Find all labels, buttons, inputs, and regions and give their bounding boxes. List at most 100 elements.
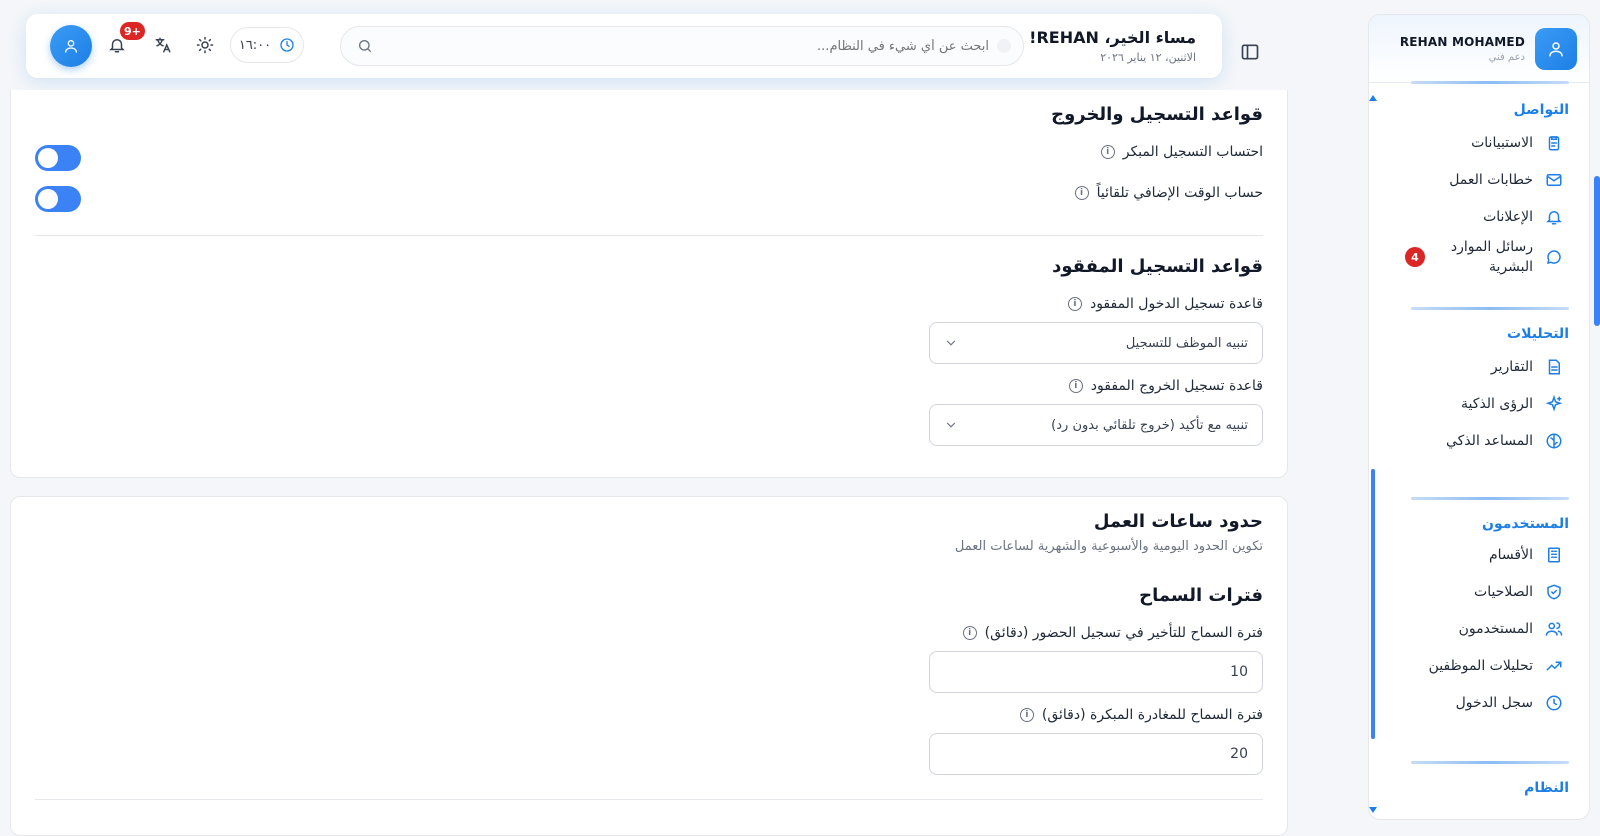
- sidebar-item-label: رسائل الموارد البشرية: [1450, 239, 1533, 275]
- section-divider: [1411, 307, 1569, 310]
- greeting-block: مساء الخير، REHAN! الاثنين، ١٢ يناير ٢٠٢…: [1029, 28, 1196, 64]
- sidebar-item-label: الصلاحيات: [1474, 583, 1533, 600]
- card-title: حدود ساعات العمل: [1093, 511, 1263, 532]
- missed-out-value: تنبيه مع تأكيد (خروج تلقائي بدون رد): [1051, 417, 1248, 433]
- sidebar-item-surveys[interactable]: الاستبيانات: [1369, 124, 1589, 161]
- section-divider: [1411, 761, 1569, 764]
- sidebar-item-smart-insights[interactable]: الرؤى الذكية: [1369, 385, 1589, 422]
- profile-avatar-button[interactable]: [50, 25, 92, 67]
- early-leave-input[interactable]: 20: [929, 733, 1263, 775]
- early-checkin-row: احتساب التسجيل المبكر i: [1100, 144, 1263, 160]
- sidebar-item-label: الأقسام: [1489, 546, 1533, 563]
- section-title-checkin-rules: قواعد التسجيل والخروج: [1051, 104, 1263, 125]
- top-header: مساء الخير، REHAN! الاثنين، ١٢ يناير ٢٠٢…: [26, 14, 1222, 78]
- sun-icon: [196, 36, 214, 54]
- section-divider: [35, 799, 1263, 800]
- sidebar-item-label: الإعلانات: [1483, 208, 1533, 225]
- users-icon: [1545, 621, 1563, 636]
- missed-in-label: قاعدة تسجيل الدخول المفقود: [1089, 296, 1263, 312]
- early-leave-label: فترة السماح للمغادرة المبكرة (دقائق): [1041, 707, 1263, 723]
- sidebar-item-employee-analytics[interactable]: تحليلات الموظفين: [1369, 647, 1589, 684]
- info-icon[interactable]: i: [1067, 297, 1082, 311]
- sidebar-item-departments[interactable]: الأقسام: [1369, 536, 1589, 573]
- report-icon: [1548, 359, 1560, 374]
- work-hours-limits-card: حدود ساعات العمل تكوين الحدود اليومية وا…: [10, 496, 1288, 836]
- scroll-down-arrow[interactable]: [1369, 807, 1377, 813]
- building-icon: [1548, 547, 1560, 562]
- clock-icon: [1546, 695, 1562, 710]
- chevron-down-icon: [946, 340, 956, 346]
- early-leave-row: فترة السماح للمغادرة المبكرة (دقائق) i: [1019, 707, 1263, 723]
- sidebar-item-label: التقارير: [1490, 358, 1533, 375]
- global-search[interactable]: [340, 26, 1024, 66]
- missed-in-value: تنبيه الموظف للتسجيل: [1125, 335, 1248, 351]
- bell-icon: [109, 39, 125, 53]
- user-name: REHAN MOHAMED: [1399, 34, 1525, 49]
- early-leave-value: 20: [1230, 746, 1248, 762]
- clipboard-icon: [1548, 135, 1560, 150]
- sidebar-item-announcements[interactable]: الإعلانات: [1369, 198, 1589, 235]
- sidebar-item-label: تحليلات الموظفين: [1428, 657, 1533, 674]
- section-title-missed-rules: قواعد التسجيل المفقود: [1052, 256, 1263, 277]
- current-date: الاثنين، ١٢ يناير ٢٠٢٦: [1100, 51, 1196, 64]
- sidebar-item-reports[interactable]: التقارير: [1369, 348, 1589, 385]
- section-title: التحليلات: [1507, 326, 1569, 342]
- overtime-label: حساب الوقت الإضافي تلقائياً: [1096, 185, 1263, 201]
- missed-in-row: قاعدة تسجيل الدخول المفقود i: [1067, 296, 1263, 312]
- overtime-toggle[interactable]: [35, 186, 81, 212]
- missed-out-select[interactable]: تنبيه مع تأكيد (خروج تلقائي بدون رد): [929, 404, 1263, 446]
- sidebar-item-label: خطابات العمل: [1449, 171, 1533, 188]
- notifications-badge: +9: [120, 22, 145, 40]
- user-icon: [65, 40, 77, 53]
- sidebar-item-users[interactable]: المستخدمون: [1369, 610, 1589, 647]
- late-grace-value: 10: [1230, 664, 1248, 680]
- sidebar-item-permissions[interactable]: الصلاحيات: [1369, 573, 1589, 610]
- user-avatar: [1535, 27, 1577, 70]
- section-divider: [35, 235, 1263, 236]
- sparkle-icon: [1545, 394, 1563, 412]
- chat-icon: [1546, 250, 1561, 265]
- info-icon[interactable]: i: [1074, 186, 1089, 200]
- greeting-text: مساء الخير، REHAN!: [1029, 28, 1196, 47]
- sidebar-toggle-icon[interactable]: [1240, 42, 1260, 62]
- section-divider: [1411, 81, 1569, 84]
- info-icon[interactable]: i: [1019, 708, 1034, 722]
- missed-out-row: قاعدة تسجيل الخروج المفقود i: [1068, 378, 1263, 394]
- attendance-rules-card: قواعد التسجيل والخروج احتساب التسجيل الم…: [10, 90, 1288, 478]
- section-title: التواصل: [1513, 102, 1569, 118]
- info-icon[interactable]: i: [1068, 379, 1083, 393]
- shield-icon: [1547, 583, 1561, 600]
- section-divider: [1411, 497, 1569, 500]
- language-toggle-button[interactable]: [152, 34, 174, 56]
- missed-out-label: قاعدة تسجيل الخروج المفقود: [1090, 378, 1263, 394]
- sidebar-section-analytics: التحليلات التقارير الرؤى الذكية المساعد …: [1369, 307, 1589, 459]
- info-icon[interactable]: i: [1100, 145, 1115, 159]
- search-icon: [359, 40, 371, 52]
- current-time: ١٦:٠٠: [238, 37, 272, 53]
- sidebar-item-label: الاستبيانات: [1471, 134, 1533, 151]
- section-title-grace-periods: فترات السماح: [1139, 585, 1263, 606]
- trend-icon: [1546, 661, 1562, 670]
- missed-in-select[interactable]: تنبيه الموظف للتسجيل: [929, 322, 1263, 364]
- late-grace-input[interactable]: 10: [929, 651, 1263, 693]
- sidebar-item-ai-assistant[interactable]: المساعد الذكي: [1369, 422, 1589, 459]
- early-checkin-toggle[interactable]: [35, 145, 81, 171]
- sidebar-item-login-log[interactable]: سجل الدخول: [1369, 684, 1589, 721]
- unread-badge: 4: [1405, 247, 1425, 267]
- sidebar-user-card[interactable]: REHAN MOHAMED دعم فني: [1369, 15, 1589, 83]
- sidebar-item-label: المساعد الذكي: [1446, 432, 1533, 449]
- user-role: دعم فني: [1488, 51, 1525, 63]
- sidebar-item-work-letters[interactable]: خطابات العمل: [1369, 161, 1589, 198]
- bell-icon: [1546, 210, 1562, 224]
- brain-icon: [1546, 433, 1562, 448]
- search-input[interactable]: [373, 38, 1007, 54]
- page-scroll-thumb[interactable]: [1594, 176, 1600, 326]
- sidebar-section-communication: التواصل الاستبيانات خطابات العمل الإعلان…: [1369, 81, 1589, 279]
- chevron-down-icon: [946, 422, 956, 428]
- theme-toggle-button[interactable]: [194, 34, 216, 56]
- info-icon[interactable]: i: [962, 626, 977, 640]
- card-subtitle: تكوين الحدود اليومية والأسبوعية والشهرية…: [954, 539, 1263, 554]
- sidebar-item-hr-messages[interactable]: رسائل الموارد البشرية 4: [1369, 235, 1589, 279]
- section-title[interactable]: النظام: [1369, 780, 1589, 796]
- clock-icon: [280, 38, 294, 52]
